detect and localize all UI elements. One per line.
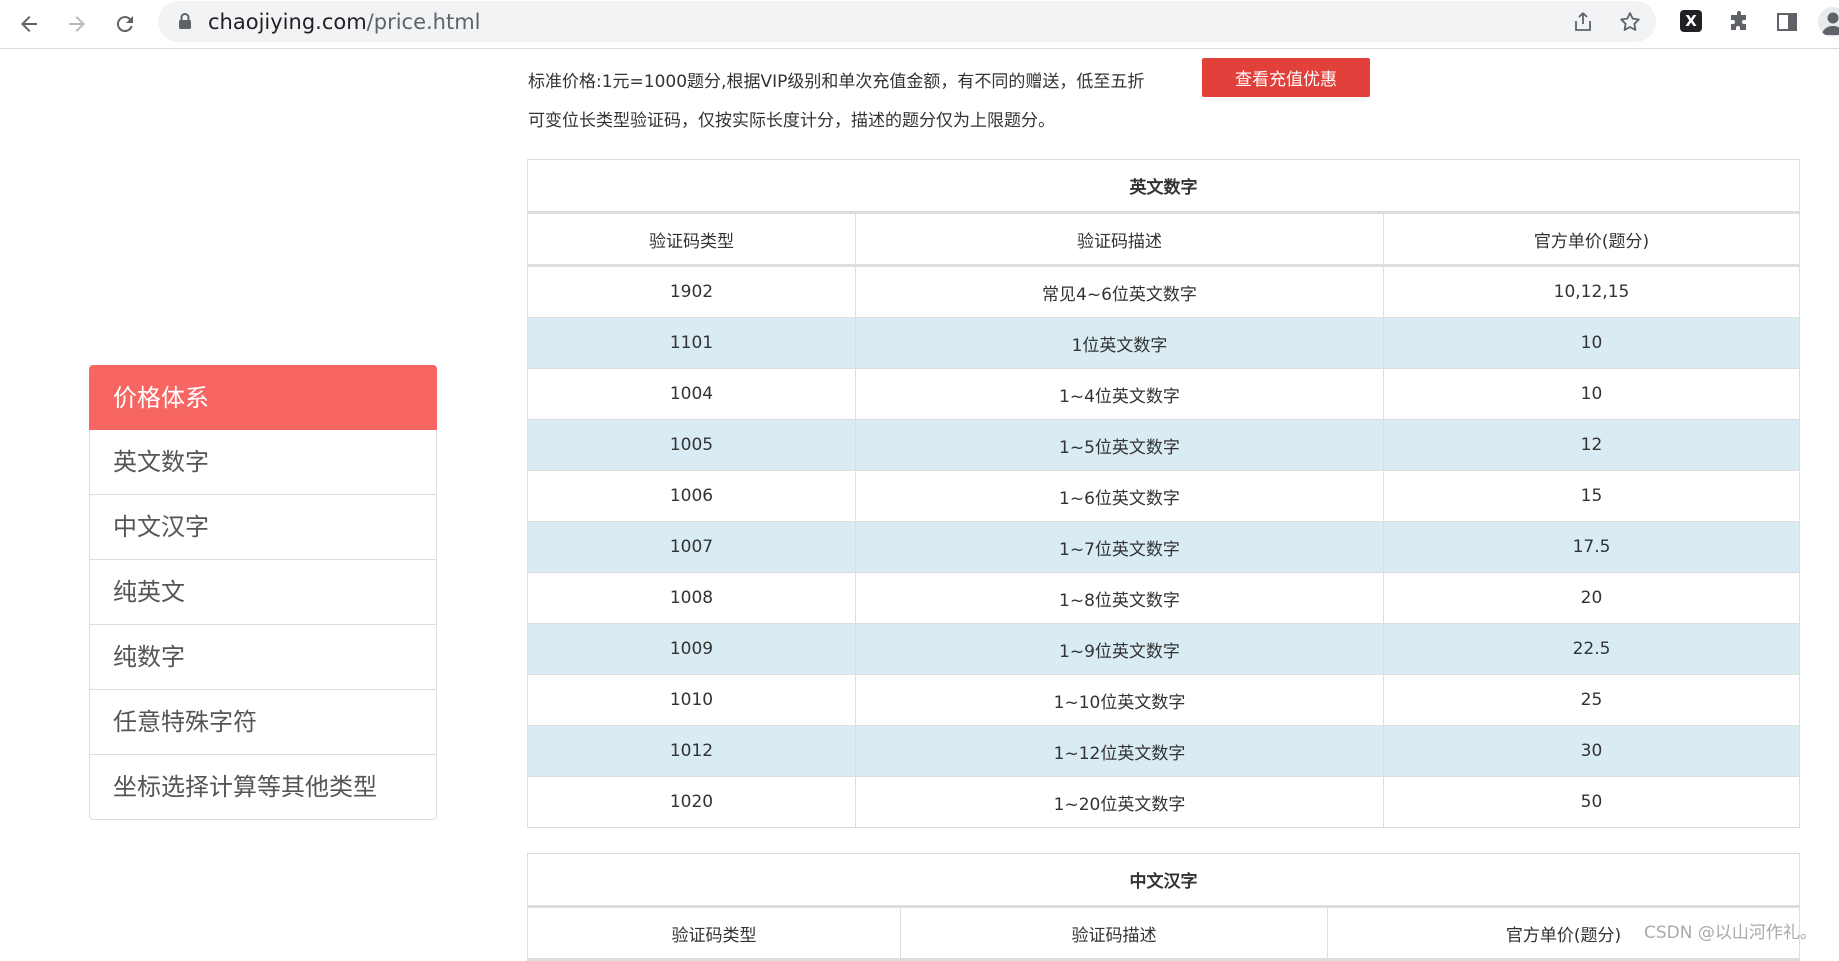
table-row: 1005 1~5位英文数字 12 bbox=[527, 419, 1800, 471]
lock-icon[interactable] bbox=[178, 12, 192, 30]
profile-avatar-icon[interactable] bbox=[1818, 7, 1839, 37]
side-panel-icon[interactable] bbox=[1775, 10, 1799, 34]
cell-price: 50 bbox=[1383, 776, 1800, 828]
browser-toolbar: chaojiying.com/price.html X bbox=[0, 0, 1839, 49]
table-row: 1010 1~10位英文数字 25 bbox=[527, 674, 1800, 726]
table-row: 1902 常见4~6位英文数字 10,12,15 bbox=[527, 265, 1800, 318]
cell-type: 1020 bbox=[527, 776, 856, 828]
sidebar-item-letters[interactable]: 纯英文 bbox=[89, 560, 437, 625]
cell-price: 12 bbox=[1383, 419, 1800, 471]
sidebar-item-digits[interactable]: 纯数字 bbox=[89, 625, 437, 690]
table-row: 1012 1~12位英文数字 30 bbox=[527, 725, 1800, 777]
bookmark-star-icon[interactable] bbox=[1618, 10, 1642, 34]
cell-type: 1010 bbox=[527, 674, 856, 726]
cell-description: 1~20位英文数字 bbox=[855, 776, 1384, 828]
back-icon[interactable] bbox=[14, 9, 44, 39]
column-header-description: 验证码描述 bbox=[855, 212, 1384, 267]
cell-type: 1004 bbox=[527, 368, 856, 420]
cell-type: 1008 bbox=[527, 572, 856, 624]
cell-price: 10 bbox=[1383, 317, 1800, 369]
column-header-price: 官方单价(题分) bbox=[1383, 212, 1800, 267]
cell-description: 1位英文数字 bbox=[855, 317, 1384, 369]
cell-price: 15 bbox=[1383, 470, 1800, 522]
price-sidebar: 价格体系 英文数字 中文汉字 纯英文 纯数字 任意特殊字符 坐标选择计算等其他类… bbox=[89, 365, 437, 820]
csdn-watermark: CSDN @以山河作礼。 bbox=[1644, 923, 1817, 943]
cell-description: 1~8位英文数字 bbox=[855, 572, 1384, 624]
alphanumeric-price-table: 英文数字 验证码类型 验证码描述 官方单价(题分) 1902 常见4~6位英文数… bbox=[527, 159, 1800, 828]
cell-type: 1902 bbox=[527, 265, 856, 318]
table-row: 1007 1~7位英文数字 17.5 bbox=[527, 521, 1800, 573]
forward-icon[interactable] bbox=[62, 9, 92, 39]
table-row: 1009 1~9位英文数字 22.5 bbox=[527, 623, 1800, 675]
cell-price: 10 bbox=[1383, 368, 1800, 420]
cell-price: 10,12,15 bbox=[1383, 265, 1800, 318]
sidebar-item-alphanumeric[interactable]: 英文数字 bbox=[89, 430, 437, 495]
cell-description: 常见4~6位英文数字 bbox=[855, 265, 1384, 318]
variable-length-note: 可变位长类型验证码，仅按实际长度计分，描述的题分仅为上限题分。 bbox=[528, 111, 1055, 131]
column-header-description: 验证码描述 bbox=[900, 906, 1328, 961]
table-row: 1008 1~8位英文数字 20 bbox=[527, 572, 1800, 624]
cell-description: 1~9位英文数字 bbox=[855, 623, 1384, 675]
cell-price: 17.5 bbox=[1383, 521, 1800, 573]
extensions-puzzle-icon[interactable] bbox=[1727, 10, 1751, 34]
table-title: 中文汉字 bbox=[527, 853, 1800, 908]
address-bar[interactable]: chaojiying.com/price.html bbox=[158, 1, 1656, 42]
table-row: 1020 1~20位英文数字 50 bbox=[527, 776, 1800, 828]
cell-description: 1~6位英文数字 bbox=[855, 470, 1384, 522]
column-header-type: 验证码类型 bbox=[527, 906, 901, 961]
url-text[interactable]: chaojiying.com/price.html bbox=[208, 10, 481, 34]
cell-price: 20 bbox=[1383, 572, 1800, 624]
cell-price: 30 bbox=[1383, 725, 1800, 777]
column-header-type: 验证码类型 bbox=[527, 212, 856, 267]
reload-icon[interactable] bbox=[110, 9, 140, 39]
cell-type: 1006 bbox=[527, 470, 856, 522]
cell-type: 1009 bbox=[527, 623, 856, 675]
cell-type: 1012 bbox=[527, 725, 856, 777]
url-host: chaojiying.com bbox=[208, 10, 367, 34]
cell-type: 1005 bbox=[527, 419, 856, 471]
share-icon[interactable] bbox=[1571, 10, 1595, 34]
table-row: 1004 1~4位英文数字 10 bbox=[527, 368, 1800, 420]
sidebar-item-price-system[interactable]: 价格体系 bbox=[89, 365, 437, 430]
url-path: /price.html bbox=[366, 10, 481, 34]
sidebar-item-coordinate-other[interactable]: 坐标选择计算等其他类型 bbox=[89, 755, 437, 820]
cell-description: 1~7位英文数字 bbox=[855, 521, 1384, 573]
cell-description: 1~5位英文数字 bbox=[855, 419, 1384, 471]
cell-description: 1~12位英文数字 bbox=[855, 725, 1384, 777]
standard-price-note: 标准价格:1元=1000题分,根据VIP级别和单次充值金额，有不同的赠送，低至五… bbox=[528, 72, 1145, 92]
cell-description: 1~4位英文数字 bbox=[855, 368, 1384, 420]
view-recharge-offers-button[interactable]: 查看充值优惠 bbox=[1202, 58, 1370, 97]
extension-x-icon[interactable]: X bbox=[1680, 10, 1702, 32]
cell-type: 1007 bbox=[527, 521, 856, 573]
table-title: 英文数字 bbox=[527, 159, 1800, 214]
cell-price: 22.5 bbox=[1383, 623, 1800, 675]
cell-price: 25 bbox=[1383, 674, 1800, 726]
sidebar-item-special-chars[interactable]: 任意特殊字符 bbox=[89, 690, 437, 755]
table-row: 1006 1~6位英文数字 15 bbox=[527, 470, 1800, 522]
table-row: 1101 1位英文数字 10 bbox=[527, 317, 1800, 369]
sidebar-item-chinese[interactable]: 中文汉字 bbox=[89, 495, 437, 560]
cell-description: 1~10位英文数字 bbox=[855, 674, 1384, 726]
chinese-price-table: 中文汉字 验证码类型 验证码描述 官方单价(题分) bbox=[527, 853, 1800, 961]
cell-type: 1101 bbox=[527, 317, 856, 369]
